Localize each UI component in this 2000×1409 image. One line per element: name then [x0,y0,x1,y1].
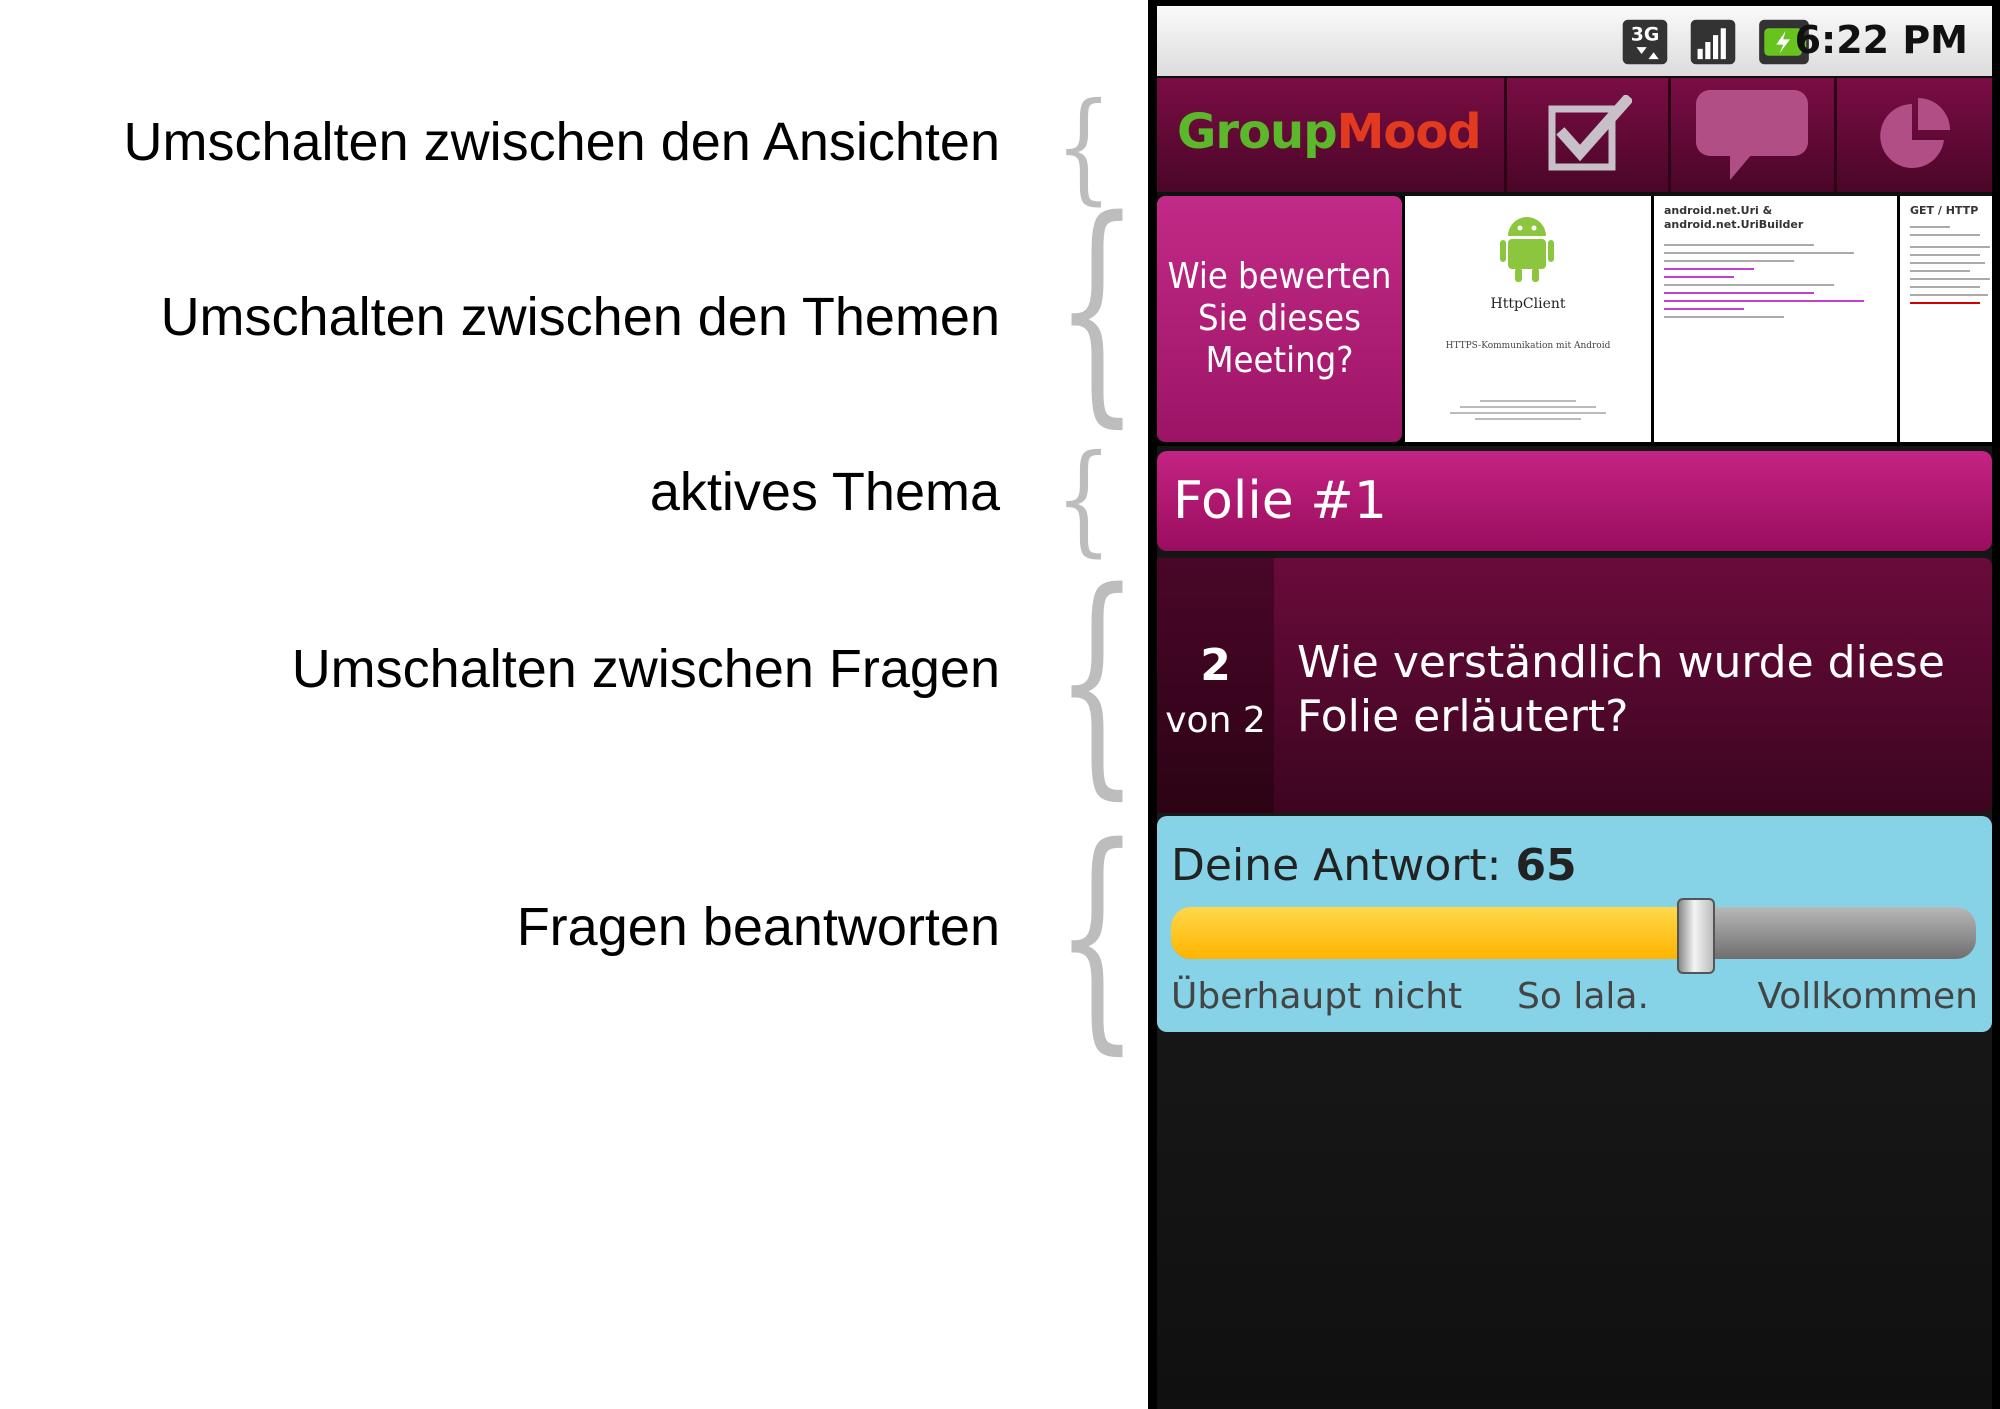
speech-bubble-icon [1696,90,1808,180]
active-topic-bar: Folie #1 [1157,451,1992,551]
scale-label-min: Überhaupt nicht [1171,976,1463,1017]
network-3g-icon: 3G [1622,19,1668,65]
view-nav-bar: GroupMood [1157,78,1992,192]
question-number: 2 [1200,640,1231,691]
tab-survey[interactable] [1507,78,1667,192]
question-total: von 2 [1165,700,1266,741]
active-slide-title: Folie #1 [1173,471,1387,531]
brace-questions: { [1055,540,1139,820]
brace-topics: { [1055,168,1139,448]
tab-chat[interactable] [1671,78,1833,192]
topic-active-card[interactable]: Wie bewerten Sie dieses Meeting? [1157,196,1402,442]
status-bar: 3G 6:22 PM [1157,6,1992,76]
topic-active-title: Wie bewerten Sie dieses Meeting? [1167,256,1392,381]
answer-slider-track[interactable] [1171,907,1976,959]
answer-slider-thumb[interactable] [1677,898,1715,974]
brace-answer: { [1055,795,1139,1075]
scale-label-mid: So lala. [1517,976,1649,1017]
slide-card-text: android.net.Uri & android.net.UriBuilder [1654,196,1897,332]
pie-chart-icon [1879,98,1950,168]
answer-label-text: Deine Antwort: [1171,840,1502,891]
topic-slide-card[interactable]: GET / HTTP [1900,196,1992,442]
slide-card-title: android.net.Uri & android.net.UriBuilder [1664,204,1804,231]
answer-value: 65 [1515,840,1577,891]
answer-slider-fill [1171,907,1694,959]
topic-switcher: Wie bewerten Sie dieses Meeting? HttpCli… [1157,196,1992,446]
scale-label-max: Vollkommen [1757,976,1978,1017]
answer-label: Deine Antwort: 65 [1171,840,1577,891]
network-label: 3G [1631,24,1660,45]
app-logo: GroupMood [1177,104,1482,160]
phone-screen: 3G 6:22 PM GroupMood Wie bewerten Sie di… [1157,6,1992,1409]
topic-slide-card[interactable]: android.net.Uri & android.net.UriBuilder [1654,196,1897,442]
slide-card-title: GET / HTTP [1910,204,1979,217]
android-robot-icon [1500,217,1554,282]
checkbox-icon [1548,95,1632,171]
annotation-topics: Umschalten zwischen den Themen [160,287,1000,347]
topic-slide-card[interactable]: HttpClient HTTPS-Kommunikation mit Andro… [1405,196,1651,442]
phone-frame: 3G 6:22 PM GroupMood Wie bewerten Sie di… [1148,0,2000,1409]
answer-panel: Deine Antwort: 65 Überhaupt nicht So lal… [1157,816,1992,1032]
logo-text-mood: Mood [1336,104,1482,160]
question-counter[interactable]: 2 von 2 [1157,558,1274,813]
annotation-questions: Umschalten zwischen Fragen [291,639,1000,699]
slide-card-title: HttpClient [1490,296,1566,312]
slide-card-footer-lines [1450,396,1606,424]
signal-icon [1690,19,1736,65]
annotation-active-topic: aktives Thema [649,462,1000,522]
annotation-views: Umschalten zwischen den Ansichten [123,112,1000,172]
question-panel[interactable]: 2 von 2 Wie verständlich wurde diese Fol… [1157,558,1992,813]
question-text: Wie verständlich wurde diese Folie erläu… [1297,637,1945,742]
slide-card-text: GET / HTTP [1900,196,1992,318]
slide-card-subtitle: HTTPS-Kommunikation mit Android [1445,341,1611,351]
logo-text-group: Group [1177,104,1338,160]
status-time: 6:22 PM [1794,18,1968,62]
tab-results[interactable] [1837,78,1992,192]
annotation-answer: Fragen beantworten [516,897,1000,957]
